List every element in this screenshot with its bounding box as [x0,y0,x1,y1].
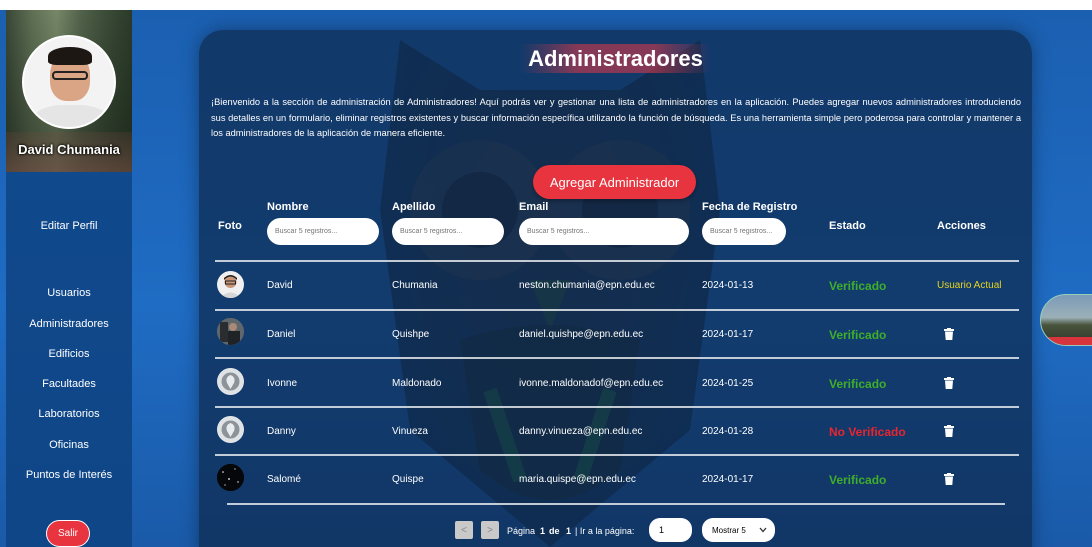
goto-label: | Ir a la página: [575,526,635,536]
table-divider [215,260,1019,262]
logout-button[interactable]: Salir [46,520,90,547]
sidebar-item-edificios[interactable]: Edificios [6,348,132,360]
intro-text: ¡Bienvenido a la sección de administraci… [211,97,1021,138]
user-avatar [217,464,244,491]
trash-icon[interactable] [944,328,954,340]
cell-email: ivonne.maldonadof@epn.edu.ec [519,378,664,389]
page-label: Página [507,526,536,536]
header-status: Estado [829,220,866,232]
header-name: Nombre [267,201,309,213]
goto-page-input[interactable]: 1 [649,518,692,542]
cell-lastname: Maldonado [392,378,442,389]
user-avatar [217,368,244,395]
cell-date: 2024-01-28 [702,426,754,437]
cell-lastname: Chumania [392,280,438,291]
next-page-button[interactable]: > [481,521,499,539]
app-background: David Chumania Editar Perfil Usuarios Ad… [0,10,1092,547]
row-divider [215,454,1019,456]
filter-name-input[interactable] [267,218,379,245]
sidebar-item-puntos-de-interes[interactable]: Puntos de Interés [6,469,132,481]
status-badge: Verificado [829,377,887,391]
admin-panel: Administradores ¡Bienvenido a la sección… [199,30,1032,547]
user-avatar [217,271,244,298]
page-total: 1 [566,526,572,536]
edit-profile-link[interactable]: Editar Perfil [6,220,132,232]
sidebar-item-facultades[interactable]: Facultades [6,378,132,390]
cell-lastname: Quishpe [392,329,430,340]
status-badge: No Verificado [829,425,906,439]
sidebar-item-oficinas[interactable]: Oficinas [6,439,132,451]
cell-lastname: Vinueza [392,426,428,437]
sidebar-item-laboratorios[interactable]: Laboratorios [6,408,132,420]
user-avatar [217,318,244,345]
page-current: 1 [540,526,546,536]
status-badge: Verificado [829,328,887,342]
cell-name: Danny [267,426,296,437]
current-user-label: Usuario Actual [937,280,1002,291]
status-badge: Verificado [829,279,887,293]
header-lastname: Apellido [392,201,436,213]
row-divider [215,406,1019,408]
cell-email: danny.vinueza@epn.edu.ec [519,426,643,437]
sidebar-item-usuarios[interactable]: Usuarios [6,287,132,299]
trash-icon[interactable] [944,473,954,485]
profile-user-name: David Chumania [18,142,120,157]
cell-lastname: Quispe [392,474,424,485]
filter-date-input[interactable] [702,218,786,245]
chevron-down-icon [759,527,767,533]
user-avatar [217,416,244,443]
header-photo: Foto [218,220,242,232]
cell-date: 2024-01-17 [702,329,754,340]
trash-icon[interactable] [944,425,954,437]
sidebar: David Chumania Editar Perfil Usuarios Ad… [6,10,132,547]
row-divider [227,503,1005,505]
cell-name: David [267,280,293,291]
profile-avatar[interactable] [22,35,116,129]
header-actions: Acciones [937,220,986,232]
trash-icon[interactable] [944,377,954,389]
cell-email: maria.quispe@epn.edu.ec [519,474,636,485]
filter-email-input[interactable] [519,218,689,245]
cell-date: 2024-01-17 [702,474,754,485]
prev-page-button[interactable]: < [455,521,473,539]
cell-email: daniel.quishpe@epn.edu.ec [519,329,644,340]
cell-name: Salomé [267,474,301,485]
header-date: Fecha de Registro [702,201,798,213]
status-badge: Verificado [829,473,887,487]
filter-lastname-input[interactable] [392,218,504,245]
header-email: Email [519,201,549,213]
page-size-select[interactable]: Mostrar 5 [702,518,775,542]
page-title: Administradores [199,44,1032,73]
cell-date: 2024-01-13 [702,280,754,291]
cell-name: Daniel [267,329,296,340]
campus-thumbnail-image[interactable] [1040,294,1092,346]
row-divider [215,309,1019,311]
page-of: de [549,526,560,536]
cell-date: 2024-01-25 [702,378,754,389]
row-divider [215,357,1019,359]
cell-email: neston.chumania@epn.edu.ec [519,280,655,291]
sidebar-item-administradores[interactable]: Administradores [6,318,132,330]
cell-name: Ivonne [267,378,298,389]
add-admin-button[interactable]: Agregar Administrador [533,165,696,199]
